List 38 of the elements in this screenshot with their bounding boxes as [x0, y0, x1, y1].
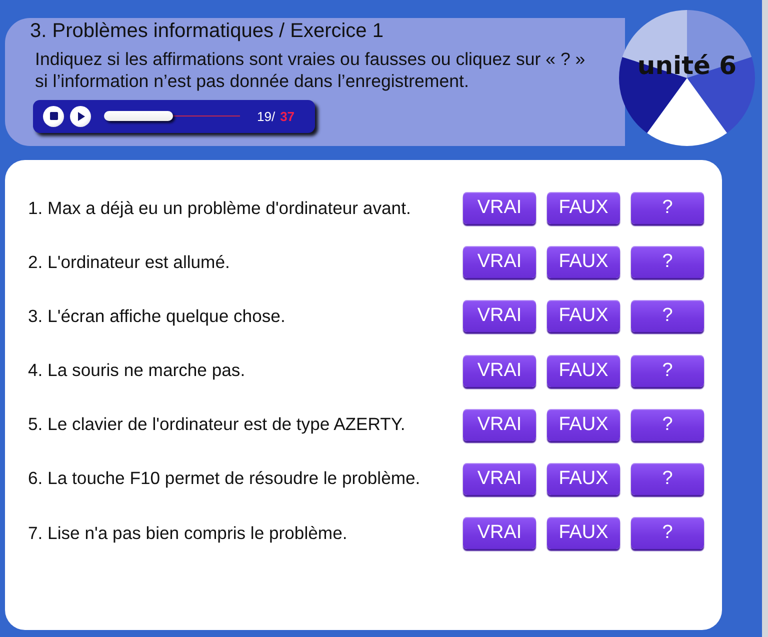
- answer-button[interactable]: FAUX: [547, 354, 620, 387]
- answer-button[interactable]: ?: [631, 246, 704, 278]
- answer-button[interactable]: ?: [631, 408, 704, 441]
- answer-button[interactable]: ?: [631, 517, 704, 550]
- stop-icon: [50, 112, 58, 120]
- answer-button[interactable]: VRAI: [463, 192, 536, 224]
- answer-button[interactable]: VRAI: [463, 462, 536, 495]
- question-text: 4. La souris ne marche pas.: [28, 360, 246, 382]
- question-text: 2. L'ordinateur est allumé.: [28, 252, 230, 273]
- answer-button[interactable]: FAUX: [547, 246, 620, 278]
- play-button[interactable]: [70, 106, 91, 127]
- question-text: 5. Le clavier de l'ordinateur est de type AZERTY.: [28, 414, 406, 436]
- question-text: 7. Lise n'a pas bien compris le problème.: [28, 522, 348, 544]
- play-icon: [78, 112, 85, 121]
- stop-button[interactable]: [43, 106, 64, 127]
- answer-button[interactable]: FAUX: [547, 517, 620, 550]
- answer-button[interactable]: VRAI: [463, 300, 536, 332]
- instructions-text: Indiquez si les affirmations sont vraies ou fausses ou cliquez sur « ? » si l’information n’est pas donnée dans l’enregistrement.: [35, 48, 586, 93]
- exercise-title: 3. Problèmes informatiques / Exercice 1: [30, 19, 384, 43]
- answer-button[interactable]: FAUX: [547, 300, 620, 332]
- progress-track[interactable]: [104, 111, 240, 122]
- answer-button[interactable]: ?: [631, 192, 704, 224]
- answer-button[interactable]: FAUX: [547, 192, 620, 224]
- track-total: 37: [280, 108, 295, 124]
- answer-button[interactable]: VRAI: [463, 408, 536, 441]
- answer-button[interactable]: ?: [631, 300, 704, 332]
- question-text: 3. L'écran affiche quelque chose.: [28, 306, 286, 327]
- answer-button[interactable]: ?: [631, 462, 704, 495]
- unit-label: unité 6: [636, 52, 738, 80]
- answer-button[interactable]: VRAI: [463, 246, 536, 278]
- answer-button[interactable]: VRAI: [463, 517, 536, 550]
- answer-button[interactable]: FAUX: [547, 408, 620, 441]
- track-position: 19/: [257, 108, 276, 124]
- question-text: 6. La touche F10 permet de résoudre le problème.: [28, 468, 420, 490]
- answer-button[interactable]: VRAI: [463, 354, 536, 387]
- answer-button[interactable]: FAUX: [547, 462, 620, 495]
- question-text: 1. Max a déjà eu un problème d'ordinateur avant.: [28, 198, 411, 218]
- answer-button[interactable]: ?: [631, 354, 704, 387]
